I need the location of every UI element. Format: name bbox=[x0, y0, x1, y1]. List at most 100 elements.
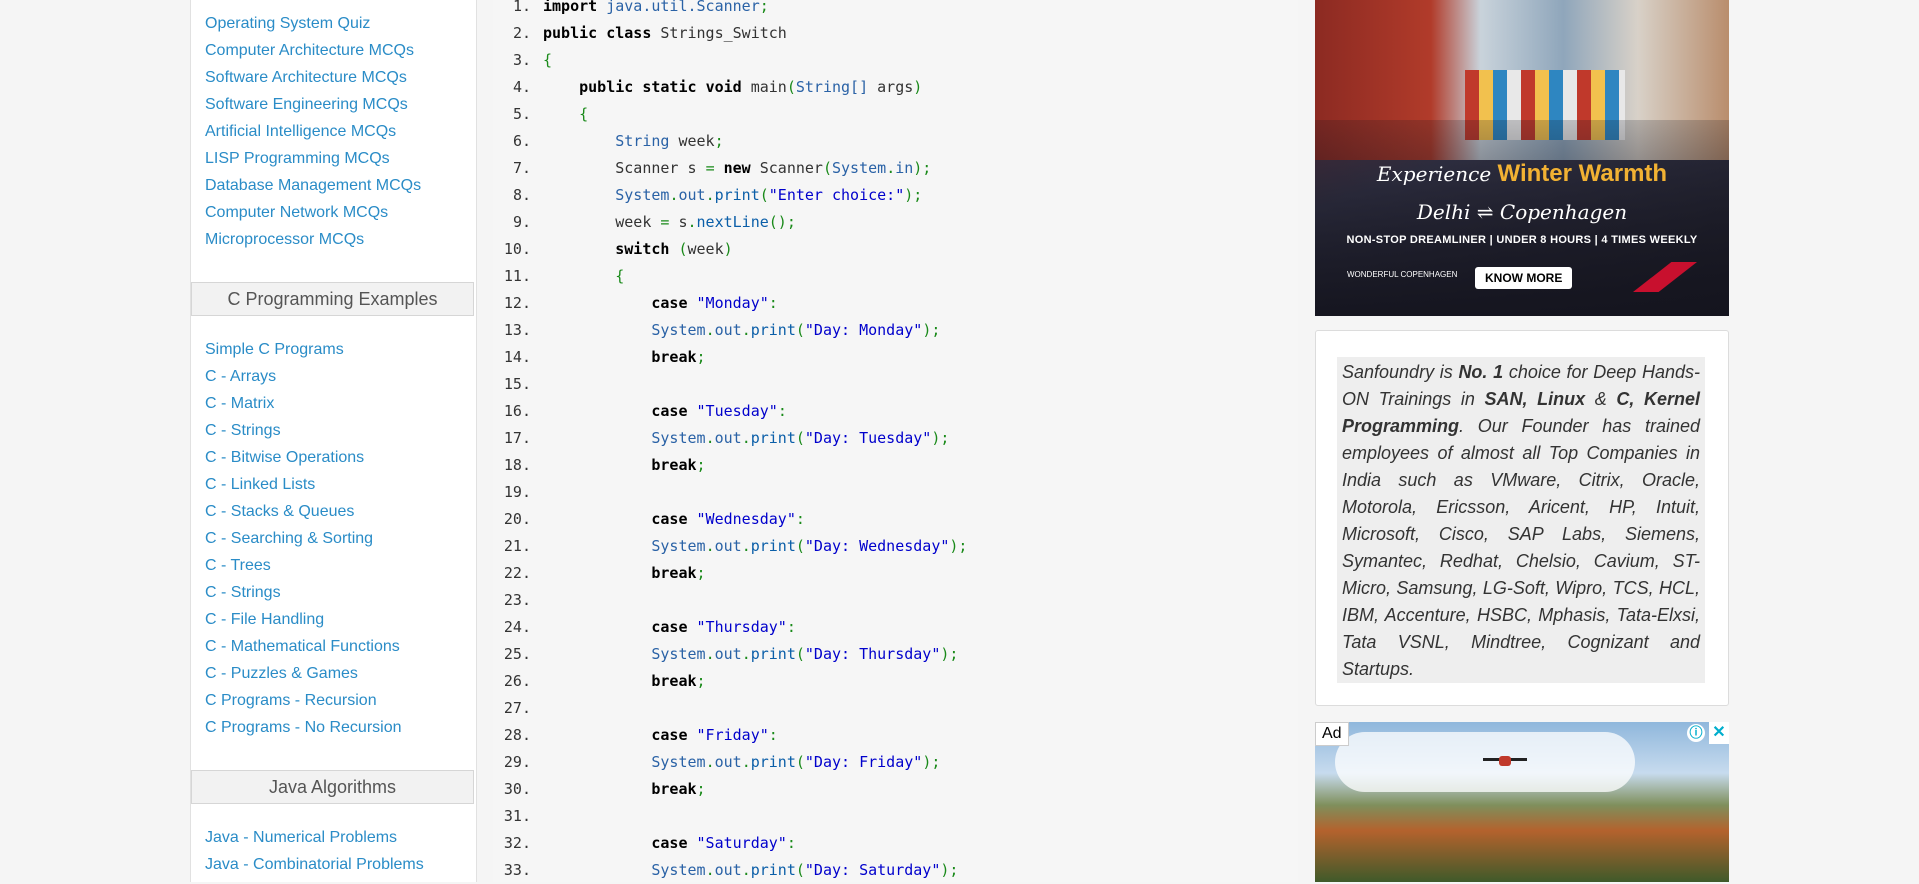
code-line: 10. switch (week) bbox=[493, 236, 1293, 263]
line-number: 24. bbox=[503, 618, 531, 636]
code-line: 24. case "Thursday": bbox=[493, 614, 1293, 641]
line-number: 18. bbox=[503, 456, 531, 474]
sidebar-link[interactable]: Computer Network MCQs bbox=[205, 203, 388, 223]
code-line: 22. break; bbox=[493, 560, 1293, 587]
line-number: 28. bbox=[503, 726, 531, 744]
line-number: 21. bbox=[503, 537, 531, 555]
line-number: 31. bbox=[503, 807, 531, 825]
line-number: 17. bbox=[503, 429, 531, 447]
code-line: 2. public class Strings_Switch bbox=[493, 20, 1293, 47]
code-line: 19. bbox=[493, 479, 1293, 506]
code-line: 20. case "Wednesday": bbox=[493, 506, 1293, 533]
code-line: 21. System.out.print("Day: Wednesday"); bbox=[493, 533, 1293, 560]
sidebar-link[interactable]: C - Stacks & Queues bbox=[205, 502, 354, 522]
sidebar: Operating System Quiz Computer Architect… bbox=[190, 0, 477, 882]
line-number: 16. bbox=[503, 402, 531, 420]
close-icon[interactable]: ✕ bbox=[1709, 722, 1729, 744]
line-number: 19. bbox=[503, 483, 531, 501]
sidebar-link[interactable]: LISP Programming MCQs bbox=[205, 149, 390, 169]
sidebar-link[interactable]: Computer Architecture MCQs bbox=[205, 41, 414, 61]
promo-text: Sanfoundry is No. 1 choice for Deep Hand… bbox=[1337, 357, 1705, 683]
line-number: 23. bbox=[503, 591, 531, 609]
code-line: 7. Scanner s = new Scanner(System.in); bbox=[493, 155, 1293, 182]
sidebar-link[interactable]: C - Matrix bbox=[205, 394, 274, 414]
code-line: 25. System.out.print("Day: Thursday"); bbox=[493, 641, 1293, 668]
line-number: 33. bbox=[503, 861, 531, 879]
code-line: 16. case "Tuesday": bbox=[493, 398, 1293, 425]
line-number: 14. bbox=[503, 348, 531, 366]
code-line: 14. break; bbox=[493, 344, 1293, 371]
line-number: 4. bbox=[512, 78, 531, 96]
sidebar-link[interactable]: C - Arrays bbox=[205, 367, 276, 387]
code-line: 30. break; bbox=[493, 776, 1293, 803]
line-number: 13. bbox=[503, 321, 531, 339]
sidebar-link[interactable]: C - Mathematical Functions bbox=[205, 637, 400, 657]
code-line: 8. System.out.print("Enter choice:"); bbox=[493, 182, 1293, 209]
sidebar-link[interactable]: C - Linked Lists bbox=[205, 475, 315, 495]
sidebar-link[interactable]: Artificial Intelligence MCQs bbox=[205, 122, 396, 142]
line-number: 26. bbox=[503, 672, 531, 690]
sidebar-link[interactable]: Microprocessor MCQs bbox=[205, 230, 364, 250]
code-line: 29. System.out.print("Day: Friday"); bbox=[493, 749, 1293, 776]
line-number: 11. bbox=[503, 267, 531, 285]
line-number: 12. bbox=[503, 294, 531, 312]
code-line: 13. System.out.print("Day: Monday"); bbox=[493, 317, 1293, 344]
drone-ad-banner[interactable]: Ad ⓘ ✕ bbox=[1315, 722, 1729, 882]
info-icon[interactable]: ⓘ bbox=[1687, 724, 1705, 742]
code-line: 9. week = s.nextLine(); bbox=[493, 209, 1293, 236]
line-number: 22. bbox=[503, 564, 531, 582]
code-line: 5. { bbox=[493, 101, 1293, 128]
code-line: 11. { bbox=[493, 263, 1293, 290]
code-line: 28. case "Friday": bbox=[493, 722, 1293, 749]
line-number: 8. bbox=[512, 186, 531, 204]
sidebar-link[interactable]: C Programs - Recursion bbox=[205, 691, 377, 711]
sidebar-link[interactable]: C - Trees bbox=[205, 556, 271, 576]
know-more-button[interactable]: KNOW MORE bbox=[1475, 267, 1573, 289]
c-programming-section-title: C Programming Examples bbox=[191, 282, 474, 316]
drone-icon bbox=[1483, 754, 1527, 768]
sidebar-link[interactable]: Operating System Quiz bbox=[205, 14, 370, 34]
java-algorithms-section-title: Java Algorithms bbox=[191, 770, 474, 804]
sidebar-link[interactable]: C - Puzzles & Games bbox=[205, 664, 358, 684]
line-number: 2. bbox=[512, 24, 531, 42]
sidebar-link[interactable]: Java - Numerical Problems bbox=[205, 828, 397, 848]
line-number: 6. bbox=[512, 132, 531, 150]
airline-ad-banner[interactable]: Experience Winter Warmth Delhi ⇌ Copenha… bbox=[1315, 0, 1729, 316]
line-number: 32. bbox=[503, 834, 531, 852]
line-number: 25. bbox=[503, 645, 531, 663]
ad-tagline: NON-STOP DREAMLINER | UNDER 8 HOURS | 4 … bbox=[1346, 234, 1698, 246]
line-number: 29. bbox=[503, 753, 531, 771]
code-line: 1. import java.util.Scanner; bbox=[493, 0, 1293, 20]
sidebar-link[interactable]: Simple C Programs bbox=[205, 340, 344, 360]
code-line: 15. bbox=[493, 371, 1293, 398]
line-number: 3. bbox=[512, 51, 531, 69]
line-number: 30. bbox=[503, 780, 531, 798]
sidebar-link[interactable]: C - File Handling bbox=[205, 610, 324, 630]
sidebar-link[interactable]: C - Strings bbox=[205, 421, 281, 441]
code-line: 23. bbox=[493, 587, 1293, 614]
code-line: 18. break; bbox=[493, 452, 1293, 479]
sidebar-link[interactable]: C Programs - No Recursion bbox=[205, 718, 402, 738]
line-number: 20. bbox=[503, 510, 531, 528]
sidebar-link[interactable]: Database Management MCQs bbox=[205, 176, 421, 196]
sidebar-link[interactable]: Java - Combinatorial Problems bbox=[205, 855, 424, 875]
promo-card: Sanfoundry is No. 1 choice for Deep Hand… bbox=[1315, 330, 1729, 706]
ad-route: Delhi ⇌ Copenhagen bbox=[1416, 200, 1628, 224]
code-line: 26. break; bbox=[493, 668, 1293, 695]
ad-brand-logo-left: WONDERFUL COPENHAGEN bbox=[1347, 270, 1458, 279]
sidebar-link[interactable]: C - Searching & Sorting bbox=[205, 529, 373, 549]
line-number: 10. bbox=[503, 240, 531, 258]
code-line: 3.{ bbox=[493, 47, 1293, 74]
line-number: 5. bbox=[512, 105, 531, 123]
line-number: 27. bbox=[503, 699, 531, 717]
code-line: 27. bbox=[493, 695, 1293, 722]
line-number: 1. bbox=[512, 0, 531, 15]
code-line: 4. public static void main(String[] args… bbox=[493, 74, 1293, 101]
sidebar-link[interactable]: C - Strings bbox=[205, 583, 281, 603]
sidebar-link[interactable]: Software Architecture MCQs bbox=[205, 68, 407, 88]
line-number: 9. bbox=[512, 213, 531, 231]
sidebar-link[interactable]: Software Engineering MCQs bbox=[205, 95, 408, 115]
line-number: 15. bbox=[503, 375, 531, 393]
sidebar-link[interactable]: C - Bitwise Operations bbox=[205, 448, 364, 468]
ad-headline: Experience Winter Warmth bbox=[1376, 160, 1668, 187]
